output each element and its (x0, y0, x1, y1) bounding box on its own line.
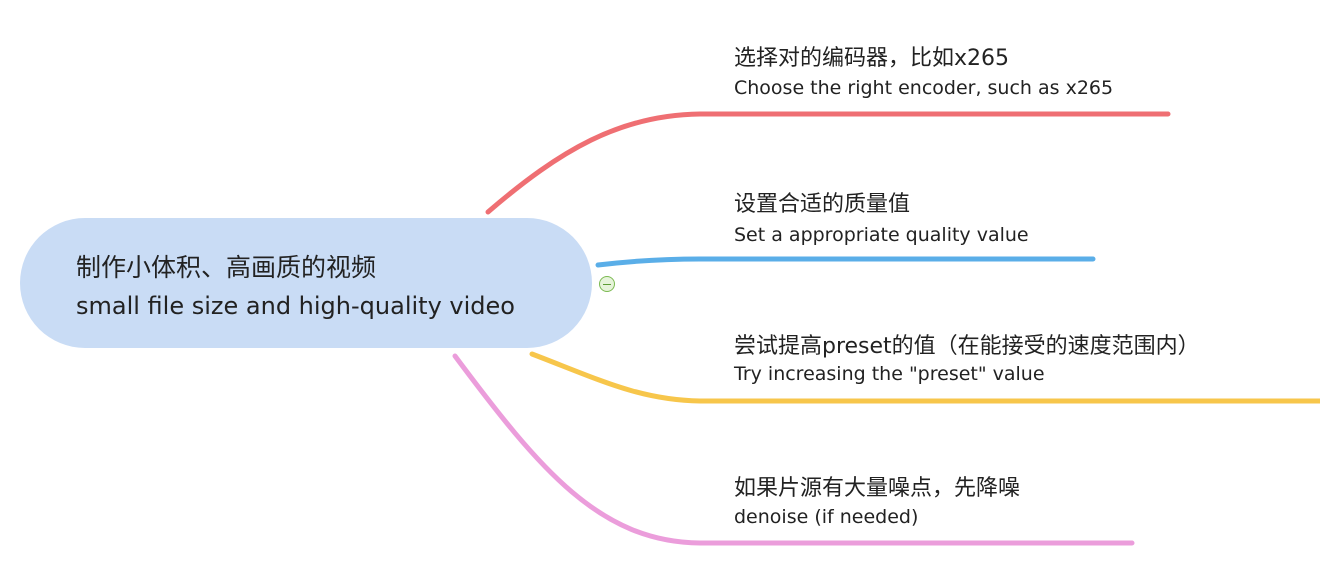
branch-encoder-subtitle[interactable]: Choose the right encoder, such as x265 (734, 77, 1113, 99)
branch-denoise-subtitle[interactable]: denoise (if needed) (734, 506, 918, 528)
branch-encoder-title[interactable]: 选择对的编码器，比如x265 (734, 40, 1009, 72)
branch-quality-title[interactable]: 设置合适的质量值 (734, 186, 910, 218)
branch-quality-subtitle[interactable]: Set a appropriate quality value (734, 224, 1029, 246)
minus-circle-icon[interactable] (599, 276, 615, 292)
central-topic-title: 制作小体积、高画质的视频 (76, 253, 377, 282)
branch-preset-subtitle[interactable]: Try increasing the "preset" value (734, 363, 1045, 385)
branch-connector-quality (595, 256, 1096, 268)
central-topic-subtitle: small file size and high-quality video (76, 292, 515, 320)
branch-denoise-title[interactable]: 如果片源有大量噪点，先降噪 (734, 470, 1020, 502)
branch-preset-title[interactable]: 尝试提高preset的值（在能接受的速度范围内） (734, 328, 1200, 360)
central-topic-node[interactable]: 制作小体积、高画质的视频 small file size and high-qu… (20, 218, 592, 348)
